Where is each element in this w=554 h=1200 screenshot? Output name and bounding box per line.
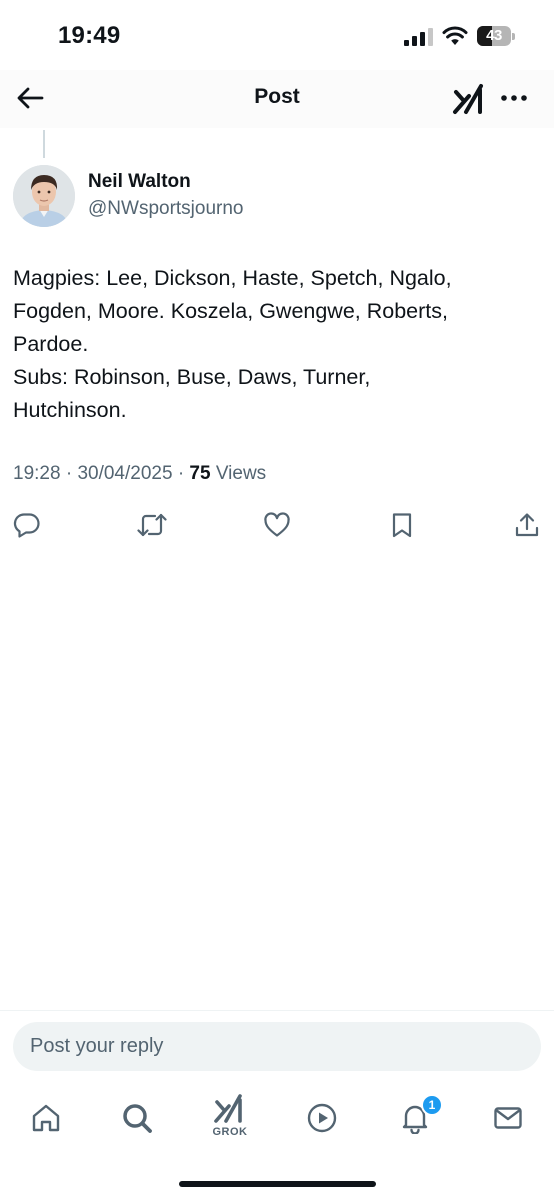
tab-search[interactable] [115, 1096, 159, 1140]
avatar[interactable] [13, 165, 75, 227]
search-icon [123, 1104, 152, 1133]
tab-home[interactable] [24, 1096, 68, 1140]
meta-separator: · [177, 463, 185, 484]
post-text-line: Fogden, Moore. Koszela, Gwengwe, Roberts… [13, 299, 448, 323]
tab-messages[interactable] [486, 1096, 530, 1140]
share-icon [515, 513, 539, 537]
wifi-icon [442, 26, 468, 45]
like-icon [264, 512, 290, 537]
post-text-line: Subs: Robinson, Buse, Daws, Turner, [13, 365, 371, 389]
grok-tab-label: GROK [212, 1126, 248, 1138]
post-text: Magpies: Lee, Dickson, Haste, Spetch, Ng… [13, 262, 533, 427]
views-count[interactable]: 75 [189, 463, 210, 484]
views-label[interactable]: Views [216, 463, 266, 484]
post-text-line: Magpies: Lee, Dickson, Haste, Spetch, Ng… [13, 266, 452, 290]
more-options-button[interactable] [498, 84, 530, 112]
notification-badge: 1 [421, 1094, 443, 1116]
like-button[interactable] [261, 509, 293, 541]
home-indicator[interactable] [179, 1181, 376, 1187]
tab-grok[interactable]: GROK [208, 1092, 252, 1138]
bookmark-button[interactable] [386, 509, 418, 541]
grok-icon [453, 84, 483, 114]
reply-input[interactable]: Post your reply [13, 1022, 541, 1071]
tab-video[interactable] [300, 1096, 344, 1140]
reply-icon [13, 513, 40, 538]
bookmark-icon [392, 513, 412, 538]
post-date: 30/04/2025 [77, 463, 173, 484]
author-avatar-image [13, 165, 75, 227]
battery-level: 43 [486, 27, 502, 44]
video-icon [307, 1103, 337, 1133]
battery-icon: 43 [477, 26, 515, 46]
post-text-line: Pardoe. [13, 332, 89, 356]
post-meta: 19:28 · 30/04/2025 · 75 Views [13, 463, 266, 485]
grok-icon [214, 1094, 242, 1123]
reply-placeholder: Post your reply [30, 1035, 164, 1057]
repost-icon [137, 513, 167, 537]
post-time: 19:28 [13, 463, 61, 484]
post-text-line: Hutchinson. [13, 398, 127, 422]
post-header: Post [0, 70, 554, 128]
more-dots-icon [501, 95, 527, 101]
author-name[interactable]: Neil Walton [88, 171, 191, 193]
share-button[interactable] [511, 509, 543, 541]
author-handle[interactable]: @NWsportsjourno [88, 198, 244, 220]
grok-button[interactable] [452, 82, 486, 116]
reply-divider [0, 1010, 554, 1011]
repost-button[interactable] [136, 509, 168, 541]
status-bar: 19:49 43 [0, 0, 554, 70]
home-icon [32, 1104, 60, 1132]
thread-connector-line [43, 130, 45, 158]
status-time: 19:49 [58, 22, 121, 49]
meta-separator: · [65, 463, 73, 484]
messages-icon [494, 1107, 522, 1129]
cellular-signal-icon [404, 28, 433, 46]
reply-button[interactable] [11, 509, 43, 541]
